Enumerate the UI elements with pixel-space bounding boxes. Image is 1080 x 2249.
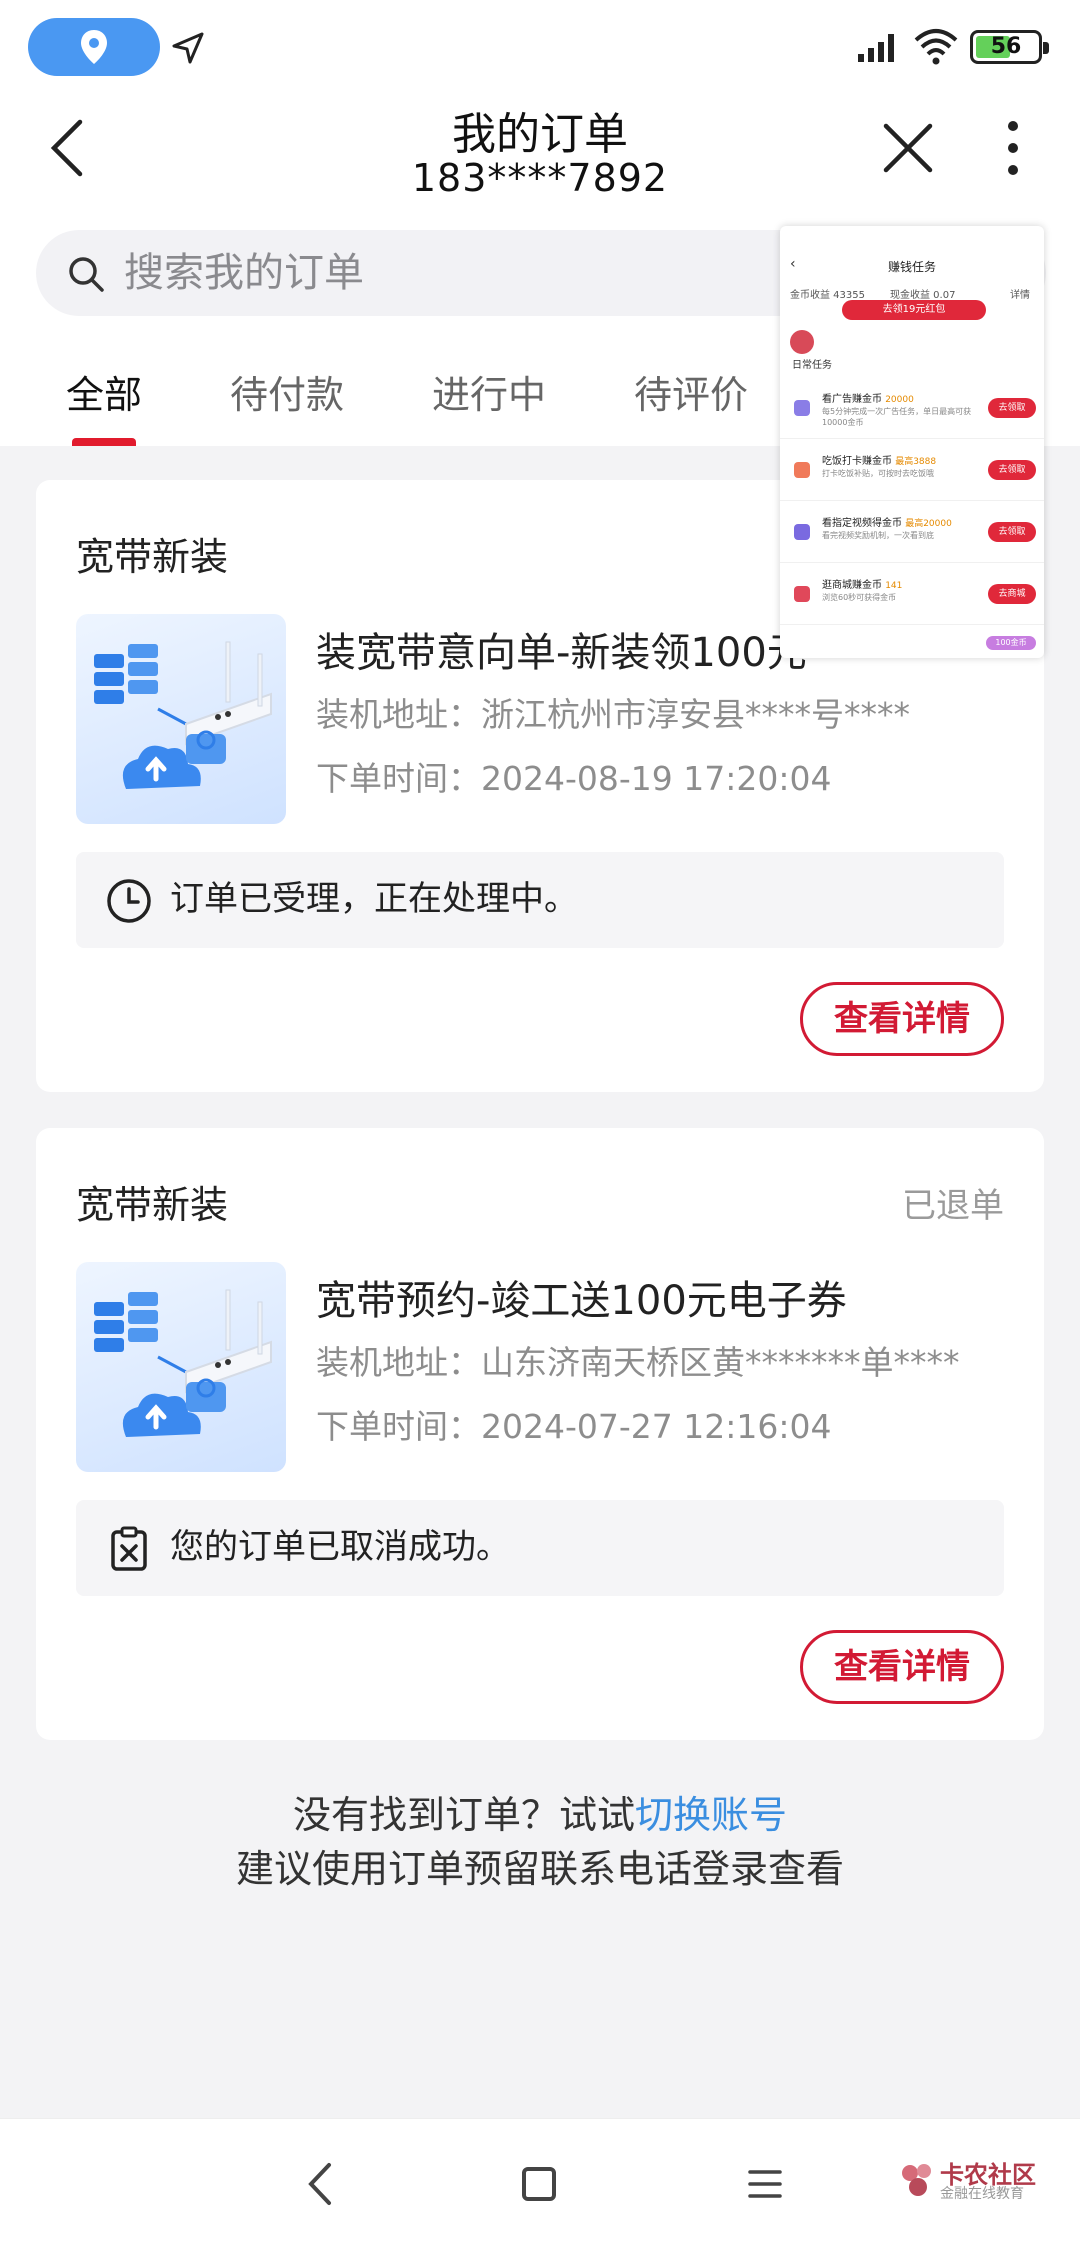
task-claim-button[interactable]: 去领取 (988, 460, 1036, 480)
coin-income: 金币收益 43355 (790, 290, 865, 301)
task-title-text: 看指定视频得金币 (822, 518, 902, 529)
address-label: 装机地址： (316, 1343, 481, 1382)
watermark-subtitle: 金融在线教育 (940, 2186, 1024, 2202)
gift-icon (790, 330, 814, 354)
system-menu-icon[interactable] (748, 2167, 782, 2201)
task-row: 逛商城赚金币 141 浏览60秒可获得金币 去商城 (780, 564, 1044, 625)
hint-prefix: 没有找到订单？试试 (292, 1793, 635, 1837)
more-dots-icon[interactable] (1000, 118, 1026, 178)
close-icon[interactable] (880, 120, 936, 176)
tab-in-progress[interactable]: 进行中 (432, 364, 546, 419)
switch-account-link[interactable]: 切换账号 (635, 1793, 787, 1837)
task-title: 看指定视频得金币 最高20000 (822, 514, 952, 529)
ad-task-icon (794, 400, 810, 416)
clipboard-x-icon (111, 1526, 147, 1571)
video-task-icon (794, 524, 810, 540)
navigation-arrow-icon (172, 32, 204, 64)
view-detail-button[interactable]: 查看详情 (800, 982, 1004, 1056)
overlay-detail-link[interactable]: 详情 (1010, 286, 1030, 301)
task-reward: 20000 (885, 395, 914, 405)
order-time: 下单时间：2024-08-19 17:20:04 (316, 752, 831, 800)
cash-income: 现金收益 0.07 (890, 290, 956, 301)
product-name[interactable]: 宽带预约-竣工送100元电子券 (316, 1268, 1016, 1326)
task-reward: 最高3888 (895, 457, 937, 467)
task-title: 看广告赚金币 20000 (822, 390, 914, 405)
broadband-product-image[interactable] (76, 614, 286, 824)
signal-icon (858, 34, 894, 62)
time-label: 下单时间： (316, 759, 481, 798)
task-claim-button[interactable]: 去领取 (988, 522, 1036, 542)
back-chevron-icon[interactable] (44, 116, 94, 180)
task-title: 吃饭打卡赚金币 最高3888 (822, 452, 936, 467)
no-order-hint: 没有找到订单？试试切换账号 (0, 1784, 1080, 1839)
broadband-illustration-icon (94, 1289, 272, 1437)
order-notice: 您的订单已取消成功。 (76, 1500, 1004, 1596)
install-address: 装机地址：山东济南天桥区黄*******单**** (316, 1336, 960, 1384)
search-placeholder: 搜索我的订单 (124, 250, 364, 296)
order-time: 下单时间：2024-07-27 12:16:04 (316, 1400, 831, 1448)
battery-cap (1043, 42, 1049, 54)
address-label: 装机地址： (316, 695, 481, 734)
task-row: 吃饭打卡赚金币 最高3888 打卡吃饭补贴，可按时去吃饭哦 去领取 (780, 440, 1044, 501)
task-title-text: 吃饭打卡赚金币 (822, 456, 892, 467)
address-value: 浙江杭州市淳安县****号**** (481, 695, 910, 734)
task-desc: 每5分钟完成一次广告任务，单日最高可获10000金币 (822, 407, 972, 427)
task-claim-button[interactable]: 去领取 (988, 398, 1036, 418)
notice-text: 您的订单已取消成功。 (170, 1527, 510, 1567)
watermark-logo-icon (902, 2164, 931, 2196)
task-shop-button[interactable]: 去商城 (988, 584, 1036, 604)
time-value: 2024-07-27 12:16:04 (481, 1407, 832, 1446)
order-card: 宽带新装 已退单 宽带预约-竣工送100元电子券 装机地址：山东济南天桥区黄**… (36, 1128, 1044, 1740)
floating-task-window[interactable]: ‹ 赚钱任务 金币收益 43355 现金收益 0.07 详情 去领19元红包 日… (780, 226, 1044, 658)
battery-indicator: 56 (970, 30, 1049, 64)
shop-task-icon (794, 586, 810, 602)
order-status: 已退单 (902, 1186, 1004, 1226)
broadband-product-image[interactable] (76, 1262, 286, 1472)
view-detail-button[interactable]: 查看详情 (800, 1630, 1004, 1704)
active-tab-indicator (72, 438, 136, 446)
page-title: 我的订单 (452, 109, 628, 160)
tab-all[interactable]: 全部 (66, 364, 142, 419)
notice-text: 订单已受理，正在处理中。 (170, 879, 578, 919)
system-navigation-bar: 卡农社区 金融在线教育 (0, 2118, 1080, 2249)
clock-icon (107, 879, 151, 923)
order-category: 宽带新装 (76, 535, 229, 579)
coin-tag: 100金币 (986, 636, 1036, 650)
daily-tasks-heading: 日常任务 (792, 360, 832, 371)
search-icon (69, 257, 104, 292)
wifi-icon (914, 29, 958, 65)
task-title-text: 逛商城赚金币 (822, 580, 882, 591)
battery-level: 56 (990, 34, 1022, 59)
install-address: 装机地址：浙江杭州市淳安县****号**** (316, 688, 910, 736)
system-home-icon[interactable] (522, 2167, 556, 2201)
watermark: 卡农社区 金融在线教育 (900, 2155, 1060, 2211)
task-reward: 141 (885, 581, 903, 591)
tab-to-review[interactable]: 待评价 (634, 364, 748, 419)
time-label: 下单时间： (316, 1407, 481, 1446)
meal-task-icon (794, 462, 810, 478)
time-value: 2024-08-19 17:20:04 (481, 759, 832, 798)
task-desc: 看完视频奖励机制，一次看到底 (822, 531, 934, 540)
task-desc: 浏览60秒可获得金币 (822, 593, 897, 602)
red-packet-button[interactable]: 去领19元红包 (842, 300, 986, 320)
location-pill[interactable] (28, 18, 160, 76)
broadband-illustration-icon (94, 641, 272, 789)
address-value: 山东济南天桥区黄*******单**** (481, 1343, 960, 1382)
location-pin-icon (81, 30, 107, 64)
task-title: 逛商城赚金币 141 (822, 576, 902, 591)
task-row: 看指定视频得金币 最高20000 看完视频奖励机制，一次看到底 去领取 (780, 502, 1044, 563)
tab-pending-payment[interactable]: 待付款 (230, 364, 344, 419)
task-title-text: 看广告赚金币 (822, 394, 882, 405)
login-suggestion: 建议使用订单预留联系电话登录查看 (235, 1847, 844, 1891)
order-notice: 订单已受理，正在处理中。 (76, 852, 1004, 948)
account-phone: 183****7892 (411, 156, 669, 200)
order-category: 宽带新装 (76, 1183, 229, 1227)
overlay-title: 赚钱任务 (887, 260, 936, 274)
task-reward: 最高20000 (905, 519, 952, 529)
system-back-icon[interactable] (305, 2159, 335, 2209)
task-desc: 打卡吃饭补贴，可按时去吃饭哦 (822, 469, 934, 478)
task-row: 看广告赚金币 20000 每5分钟完成一次广告任务，单日最高可获10000金币 … (780, 378, 1044, 439)
